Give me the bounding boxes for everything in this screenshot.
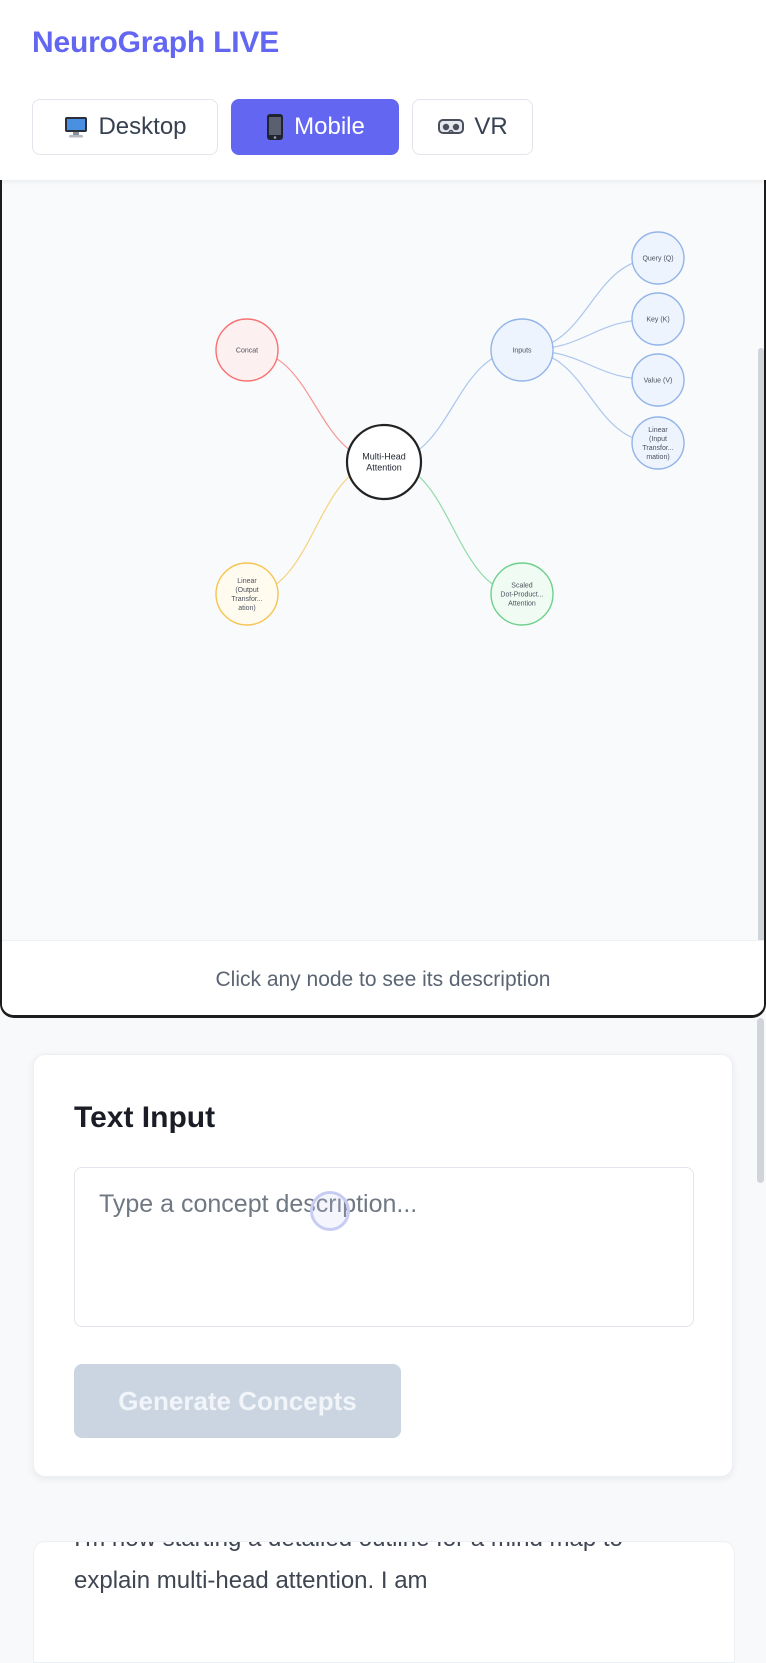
view-mode-desktop-button[interactable]: Desktop [32,99,218,155]
app-title: NeuroGraph LIVE [32,26,280,59]
mobile-phone-icon [265,113,285,141]
node-label: Dot-Product... [500,591,543,598]
node-label: Transfor... [231,596,262,603]
node-circle[interactable] [631,416,685,470]
node-label: Linear [237,578,257,585]
mind-map-nodes: Multi-HeadAttentionConcat InputsLinear(Ou… [215,231,685,626]
node-label: Key (K) [646,316,669,323]
node-label: mation) [646,454,669,461]
node-label: Inputs [512,347,532,354]
mind-map-panel: Multi-Head Attention Concat Inputs Linear (Ou… [0,180,766,1018]
node-label: (Input [649,436,667,443]
mind-map-node-key[interactable]: Key (K) [631,292,685,346]
node-label: Transfor... [642,445,673,452]
node-label: Concat [236,347,258,354]
mind-map-node-linear_out[interactable]: Linear (Output Transfor... ation) [215,562,279,626]
thinking-output-card: I'm now starting a detailed outline for … [33,1541,735,1663]
text-input-card: Text Input Generate Concepts [33,1054,733,1477]
node-label: Linear [648,427,668,434]
thinking-text: I'm now starting a detailed outline for … [74,1542,623,1594]
mind-map-node-center[interactable]: Multi-HeadAttention [345,423,423,501]
generate-concepts-button[interactable]: Generate Concepts [74,1364,401,1438]
view-mode-mobile-button[interactable]: Mobile [231,99,399,155]
view-mode-label: Mobile [294,113,365,140]
mind-map-node-linear_in[interactable]: Linear (Input Transfor... mation) [631,416,685,470]
text-input-title: Text Input [74,1101,216,1134]
mind-map-edges [246,257,659,595]
node-label: Attention [508,600,536,607]
mind-map-canvas: Multi-HeadAttentionConcat InputsLinear(Ou… [215,231,685,626]
mind-map-node-inputs[interactable]: Inputs [490,318,554,382]
node-label: Attention [366,463,402,473]
vr-goggles-icon [437,116,465,138]
node-label: Query (Q) [642,255,673,262]
node-label: Scaled [511,582,533,589]
node-label: (Output [235,587,258,594]
mind-map-node-query[interactable]: Query (Q) [631,231,685,285]
mind-map-node-concat[interactable]: Concat [215,318,279,382]
node-hint-text: Click any node to see its description [2,940,764,1015]
app-header: NeuroGraph LIVE Desktop Mobile VR [0,0,766,180]
node-circle[interactable] [215,562,279,626]
view-mode-label: VR [474,113,508,140]
view-mode-label: Desktop [98,113,187,140]
view-mode-vr-button[interactable]: VR [412,99,533,155]
desktop-monitor-icon [63,114,89,140]
panel-scrollbar[interactable] [758,348,764,1008]
node-label: Multi-Head [362,452,406,462]
node-label: Value (V) [644,377,673,384]
page-scrollbar[interactable] [757,1018,764,1183]
concept-description-input[interactable] [74,1167,694,1327]
mind-map-node-scaled_dot[interactable]: Scaled Dot-Product... Attention [490,562,554,626]
node-label: ation) [238,605,256,612]
mind-map-node-value[interactable]: Value (V) [631,353,685,407]
